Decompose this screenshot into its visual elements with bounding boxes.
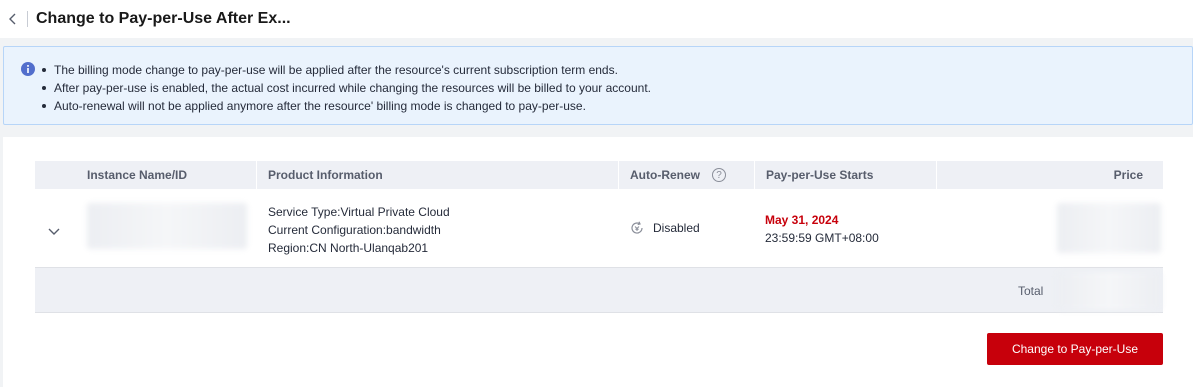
column-autorenew: Auto-Renew ?: [630, 161, 726, 189]
alert-item: Auto-renewal will not be applied anymore…: [40, 97, 651, 115]
alert-item: After pay-per-use is enabled, the actual…: [40, 79, 651, 97]
header-divider: [27, 11, 28, 27]
current-configuration: Current Configuration:bandwidth: [268, 223, 441, 237]
renew-disabled-icon: [631, 221, 643, 234]
column-divider: [936, 161, 937, 189]
column-product: Product Information: [268, 168, 383, 182]
column-divider: [754, 161, 755, 189]
total-row: Total: [35, 268, 1163, 313]
column-autorenew-label: Auto-Renew: [630, 168, 700, 182]
autorenew-status: Disabled: [629, 220, 700, 236]
column-divider: [618, 161, 619, 189]
table-header: Instance Name/ID Product Information Aut…: [35, 161, 1163, 189]
pay-per-use-starts: May 31, 2024 23:59:59 GMT+08:00: [765, 211, 879, 247]
page: Change to Pay-per-Use After Ex... The bi…: [0, 0, 1193, 387]
starts-time: 23:59:59 GMT+08:00: [765, 231, 879, 245]
info-icon: [21, 62, 35, 76]
autorenew-label: Disabled: [653, 221, 700, 235]
column-starts: Pay-per-Use Starts: [766, 168, 874, 182]
alert-item: The billing mode change to pay-per-use w…: [40, 61, 651, 79]
region: Region:CN North-Ulanqab201: [268, 241, 429, 255]
back-arrow-icon[interactable]: [1, 8, 23, 30]
page-header: Change to Pay-per-Use After Ex...: [0, 0, 1193, 38]
column-price: Price: [1113, 168, 1143, 182]
total-label: Total: [1018, 284, 1044, 298]
price-redacted: [1057, 203, 1161, 253]
product-info: Service Type:Virtual Private Cloud Curre…: [268, 203, 450, 257]
table-row: Service Type:Virtual Private Cloud Curre…: [35, 189, 1163, 268]
alert-list: The billing mode change to pay-per-use w…: [40, 61, 651, 115]
page-title: Change to Pay-per-Use After Ex...: [36, 10, 291, 27]
change-to-pay-per-use-button[interactable]: Change to Pay-per-Use: [987, 333, 1163, 365]
content-card: Instance Name/ID Product Information Aut…: [3, 137, 1193, 387]
total-price-redacted: [1057, 272, 1161, 310]
column-divider: [256, 161, 257, 189]
info-alert: The billing mode change to pay-per-use w…: [3, 46, 1193, 125]
chevron-down-icon[interactable]: [47, 223, 61, 235]
help-icon[interactable]: ?: [712, 168, 726, 182]
instance-name-redacted: [87, 203, 247, 249]
resource-table: Instance Name/ID Product Information Aut…: [35, 161, 1163, 313]
column-instance: Instance Name/ID: [87, 168, 188, 182]
starts-date: May 31, 2024: [765, 213, 839, 227]
service-type: Service Type:Virtual Private Cloud: [268, 205, 450, 219]
